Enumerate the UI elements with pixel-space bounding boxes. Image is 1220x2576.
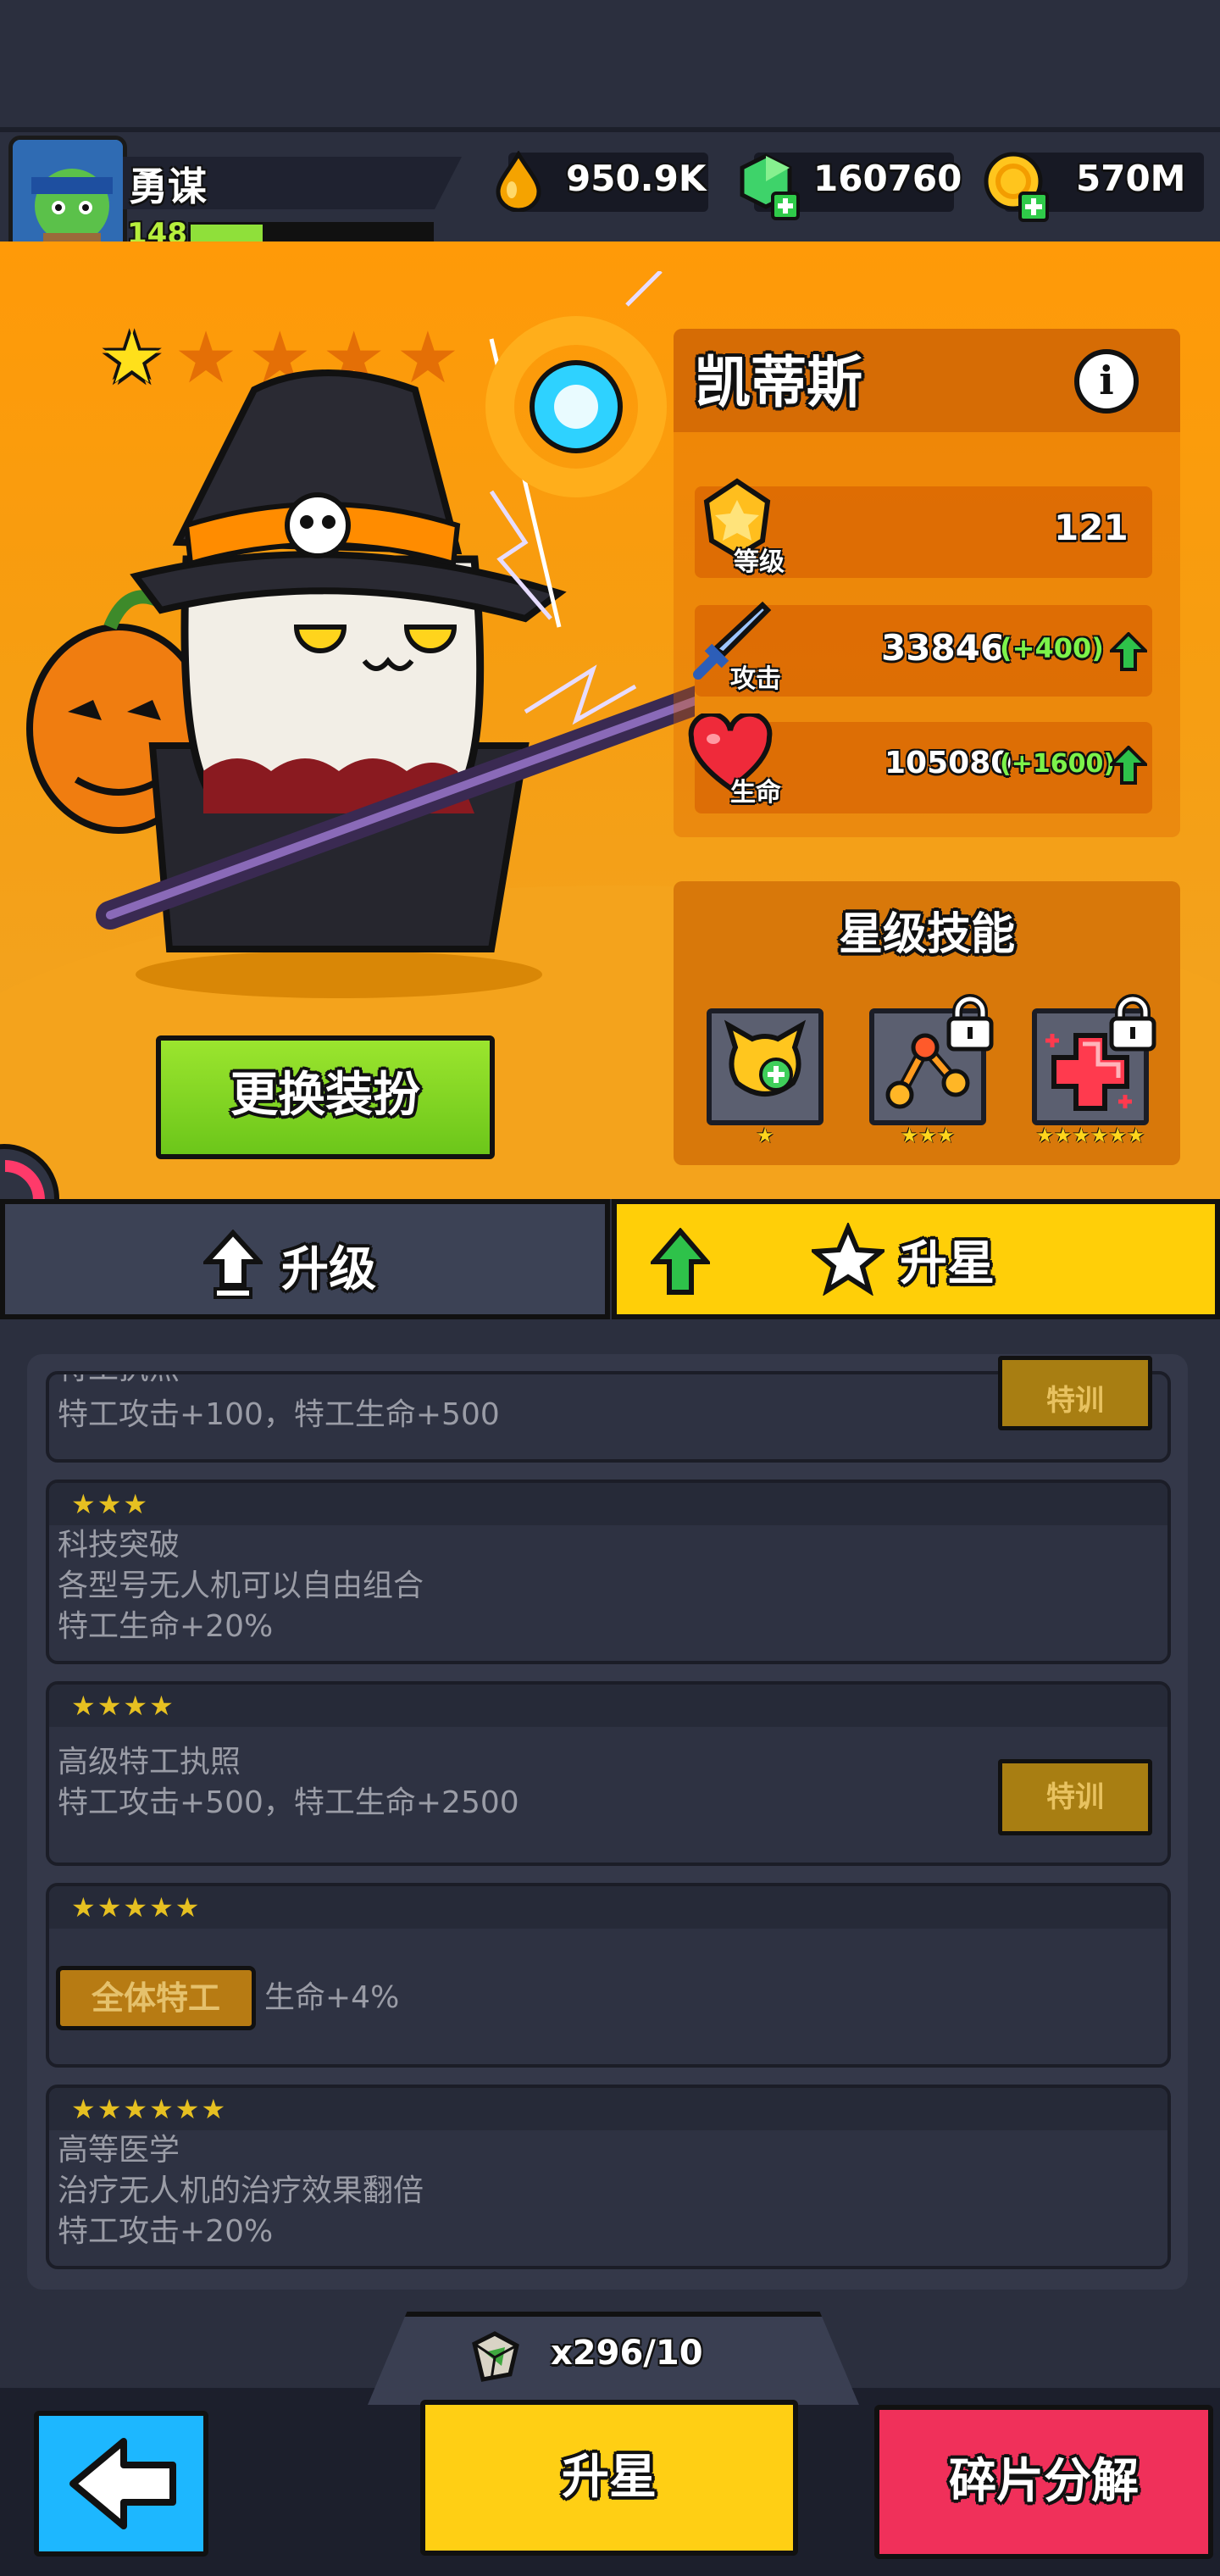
oil-drop-icon: [491, 150, 546, 215]
skill-1-stars: ★: [756, 1124, 774, 1147]
currency-gold-value: 570M: [1076, 158, 1186, 199]
cat-heal-skill-icon: [724, 1019, 807, 1096]
skill-3-stars: ★★★★★★: [1035, 1124, 1145, 1147]
star-bonus-entry: ★★★★★ 全体特工 生命+4%: [46, 1883, 1171, 2068]
star-up-button[interactable]: 升星: [420, 2400, 798, 2556]
stat-value-level: 121: [1054, 507, 1128, 548]
back-button[interactable]: [34, 2411, 208, 2557]
stat-label-health: 生命: [730, 778, 781, 808]
lock-icon: [1105, 993, 1161, 1056]
fragment-icon: [466, 2327, 525, 2390]
decompose-fragments-button[interactable]: 碎片分解: [874, 2405, 1213, 2559]
fragment-count: x296/10: [551, 2334, 703, 2373]
tab-upgrade-label: 升级: [281, 1241, 376, 1297]
gold-coin-icon[interactable]: [981, 149, 1052, 227]
lock-icon: [942, 993, 998, 1056]
hero-character-art: [17, 269, 726, 1003]
green-gem-icon[interactable]: [735, 151, 803, 225]
green-up-arrow-icon: [648, 1227, 713, 1299]
entry-line: 生命+4%: [264, 1980, 400, 2015]
stat-value-health: 105080: [884, 746, 1012, 780]
star-skills-title: 星级技能: [838, 909, 1015, 960]
entry-line: 特工攻击+20%: [58, 2214, 274, 2249]
upload-arrow-icon: [203, 1230, 263, 1299]
stat-bonus-health: (+1600): [1000, 749, 1116, 779]
stat-label-attack: 攻击: [730, 664, 781, 694]
entry-title: 科技突破: [58, 1528, 180, 1563]
all-agents-badge: 全体特工: [56, 1966, 256, 2030]
tab-star-up-label: 升星: [900, 1235, 995, 1291]
stat-value-attack: 33846: [881, 627, 1006, 669]
entry-stars: ★★★★★: [71, 1891, 202, 1924]
stat-bonus-attack: (+400): [1000, 632, 1104, 664]
skill-2-stars: ★★★: [900, 1124, 956, 1147]
player-name: 勇谋: [129, 164, 207, 209]
hero-name: 凯蒂斯: [695, 350, 862, 415]
entry-title: 特工执照: [49, 1374, 180, 1388]
entry-line: 特工生命+20%: [58, 1609, 274, 1644]
star-bonus-entry: ★★★★★★ 高等医学 治疗无人机的治疗效果翻倍 特工攻击+20%: [46, 2085, 1171, 2269]
info-icon: i: [1099, 358, 1114, 403]
player-avatar[interactable]: [8, 136, 127, 254]
entry-line: 各型号无人机可以自由组合: [58, 1568, 424, 1603]
star-skill-slot-1[interactable]: [707, 1008, 824, 1125]
star-outline-icon: [812, 1223, 884, 1296]
entry-title: 高等医学: [58, 2133, 180, 2168]
currency-gem-value: 160760: [813, 158, 962, 199]
entry-stars: ★★★: [71, 1488, 150, 1520]
stat-up-arrow-icon: [1107, 745, 1150, 788]
train-button[interactable]: 特训: [998, 1356, 1152, 1430]
tab-upgrade[interactable]: 升级: [0, 1199, 610, 1319]
stat-up-arrow-icon: [1107, 631, 1150, 675]
star-bonus-entry: ★★★ 科技突破 各型号无人机可以自由组合 特工生命+20%: [46, 1480, 1171, 1664]
entry-line: 治疗无人机的治疗效果翻倍: [58, 2174, 424, 2208]
currency-oil-value: 950.9K: [566, 158, 707, 199]
train-button[interactable]: 特训: [998, 1759, 1152, 1835]
entry-stars: ★★★★★★: [71, 2093, 228, 2125]
stat-label-level: 等级: [734, 547, 785, 577]
entry-stars: ★★★★: [71, 1690, 175, 1722]
entry-line: 特工攻击+100，特工生命+500: [58, 1397, 500, 1432]
back-arrow-icon: [69, 2438, 176, 2529]
tab-star-up[interactable]: 升星: [612, 1199, 1220, 1319]
info-button[interactable]: i: [1074, 349, 1139, 414]
change-skin-button[interactable]: 更换装扮: [156, 1035, 495, 1159]
